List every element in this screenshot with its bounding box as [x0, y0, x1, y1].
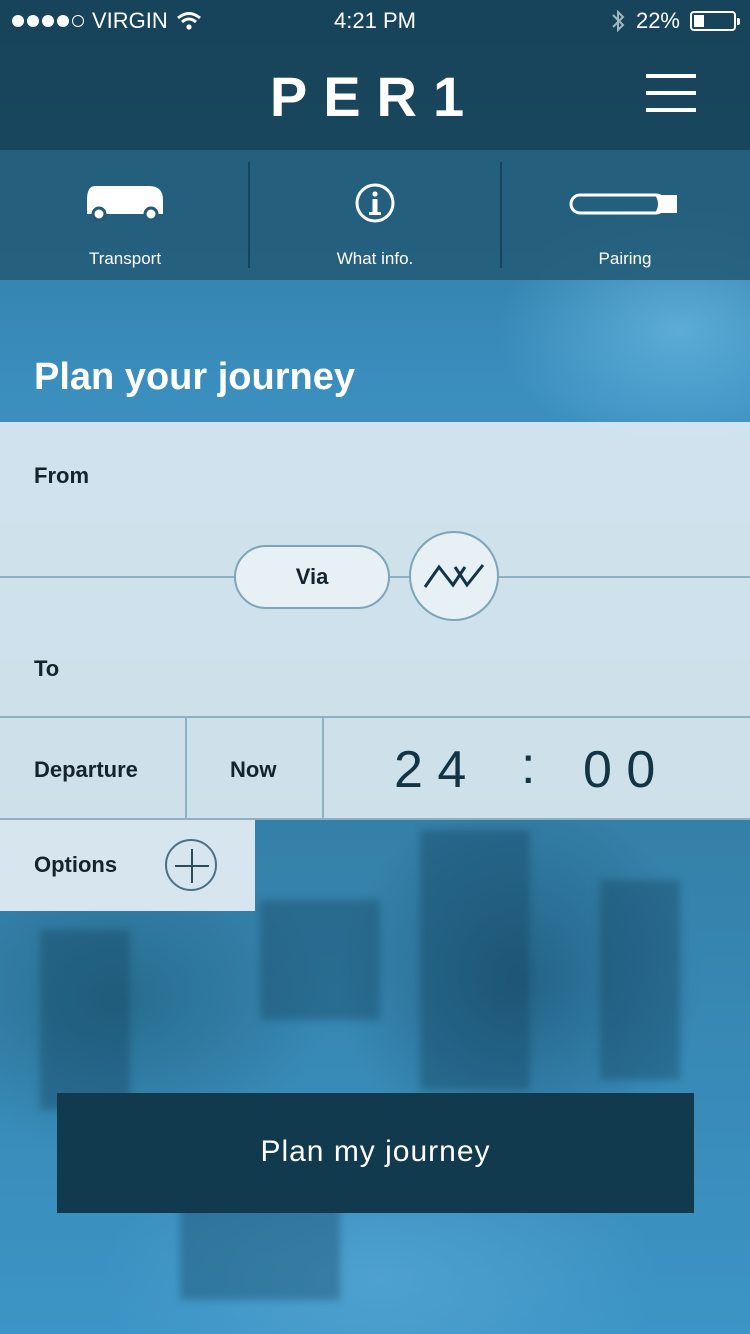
nav-item-label: Transport	[88, 249, 162, 268]
info-icon	[355, 183, 395, 223]
via-button[interactable]: Via	[234, 545, 390, 609]
status-bar: VIRGIN 4:21 PM 22%	[0, 0, 750, 40]
now-button[interactable]: Now	[230, 757, 276, 783]
swap-route-icon	[423, 564, 485, 588]
app-logo: PER1	[269, 65, 481, 128]
top-nav: Transport What info. Pairing	[0, 150, 750, 280]
options-label: Options	[34, 852, 118, 877]
plan-journey-button[interactable]: Plan my journey	[57, 1093, 694, 1213]
time-hours[interactable]: 2 4	[394, 740, 466, 800]
divider	[322, 718, 324, 818]
to-field[interactable]: To	[34, 656, 59, 682]
divider	[185, 718, 187, 818]
battery-icon	[690, 11, 740, 31]
pen-device-icon	[569, 193, 677, 215]
page-title: Plan your journey	[34, 356, 355, 398]
nav-item-label: What info.	[336, 249, 414, 268]
bluetooth-icon	[612, 9, 625, 33]
nav-item-pairing[interactable]: Pairing	[500, 150, 750, 280]
hamburger-menu-icon[interactable]	[646, 74, 696, 112]
bus-icon	[87, 186, 163, 222]
time-separator: :	[521, 737, 536, 795]
time-minutes[interactable]: 0 0	[583, 740, 655, 800]
swap-route-button[interactable]	[409, 531, 499, 621]
nav-item-transport[interactable]: Transport	[0, 150, 250, 280]
departure-label: Departure	[34, 757, 138, 782]
battery-percentage: 22%	[635, 8, 680, 33]
plus-icon[interactable]	[165, 839, 217, 891]
from-field[interactable]: From	[34, 463, 89, 489]
nav-item-what-info[interactable]: What info.	[250, 150, 500, 280]
nav-item-label: Pairing	[598, 249, 652, 268]
